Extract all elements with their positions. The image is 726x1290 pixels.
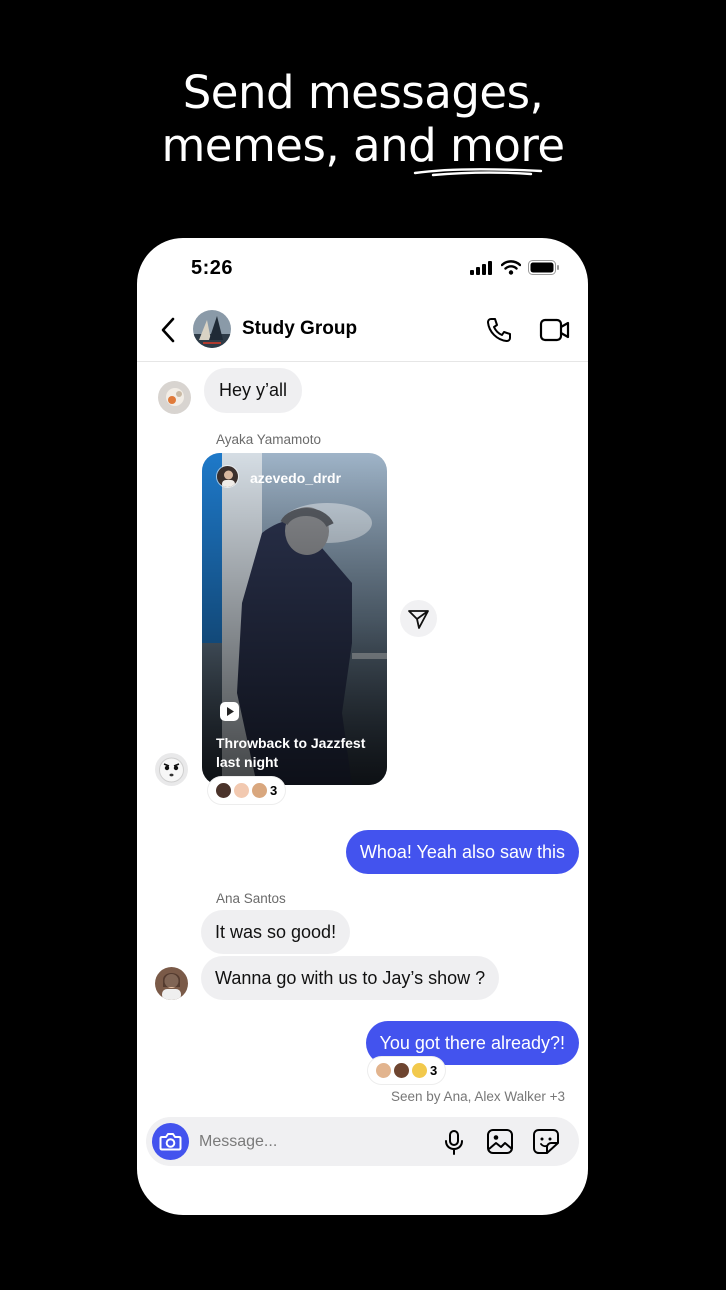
seen-status: Seen by Ana, Alex Walker +3 — [391, 1089, 565, 1104]
headline-line-1: Send messages, — [182, 66, 544, 119]
rock-on-icon — [394, 1063, 409, 1078]
heart-hands-icon — [234, 783, 249, 798]
reel-user-avatar[interactable] — [216, 465, 239, 488]
phone-call-icon[interactable] — [485, 316, 513, 344]
clapping-icon — [252, 783, 267, 798]
phone-screen: 5:26 Study Group Hey y’all Ayaka Yamamot… — [137, 238, 588, 1215]
camera-button[interactable] — [152, 1123, 189, 1160]
camera-icon — [159, 1133, 182, 1151]
avatar[interactable] — [158, 381, 191, 414]
reaction-summary[interactable]: 3 — [368, 1057, 446, 1084]
message-input[interactable] — [199, 1117, 419, 1166]
avatar[interactable] — [155, 967, 188, 1000]
reel-play-icon[interactable] — [220, 702, 239, 721]
sticker-icon[interactable] — [532, 1128, 560, 1155]
message-bubble[interactable]: It was so good! — [201, 910, 351, 954]
headline: Send messages, memes, and more — [0, 66, 726, 172]
group-avatar[interactable] — [193, 310, 231, 348]
sender-name: Ana Santos — [216, 891, 286, 906]
signal-icon — [470, 260, 492, 275]
headline-underline — [413, 168, 543, 177]
reaction-count: 3 — [430, 1063, 438, 1078]
message-bubble[interactable]: Whoa! Yeah also saw this — [345, 830, 579, 874]
headline-line-2: memes, and more — [161, 119, 565, 172]
video-call-icon[interactable] — [539, 316, 571, 344]
clapping-icon — [412, 1063, 427, 1078]
thumbs-up-icon — [376, 1063, 391, 1078]
reaction-summary[interactable]: 3 — [208, 777, 286, 804]
avatar[interactable] — [155, 753, 188, 786]
sender-name: Ayaka Yamamoto — [216, 432, 322, 447]
gallery-icon[interactable] — [486, 1128, 514, 1155]
share-button[interactable] — [400, 600, 437, 637]
shared-reel[interactable]: azevedo_drdr Throwback to Jazzfest last … — [202, 453, 387, 785]
reaction-count: 3 — [270, 783, 278, 798]
group-title[interactable]: Study Group — [242, 318, 357, 340]
reel-caption: Throwback to Jazzfest last night — [216, 735, 366, 770]
thumbs-up-dark-icon — [216, 783, 231, 798]
wifi-icon — [501, 260, 521, 275]
message-composer — [146, 1117, 579, 1166]
status-icons — [470, 260, 560, 275]
microphone-icon[interactable] — [443, 1129, 465, 1155]
message-bubble[interactable]: Hey y’all — [204, 368, 303, 413]
chat-header: Study Group — [137, 298, 588, 362]
reel-username[interactable]: azevedo_drdr — [250, 470, 341, 486]
send-icon — [408, 610, 429, 629]
message-bubble[interactable]: Wanna go with us to Jay’s show ? — [201, 956, 500, 1000]
status-time: 5:26 — [191, 257, 234, 279]
battery-icon — [528, 260, 559, 275]
back-button[interactable] — [157, 315, 181, 345]
